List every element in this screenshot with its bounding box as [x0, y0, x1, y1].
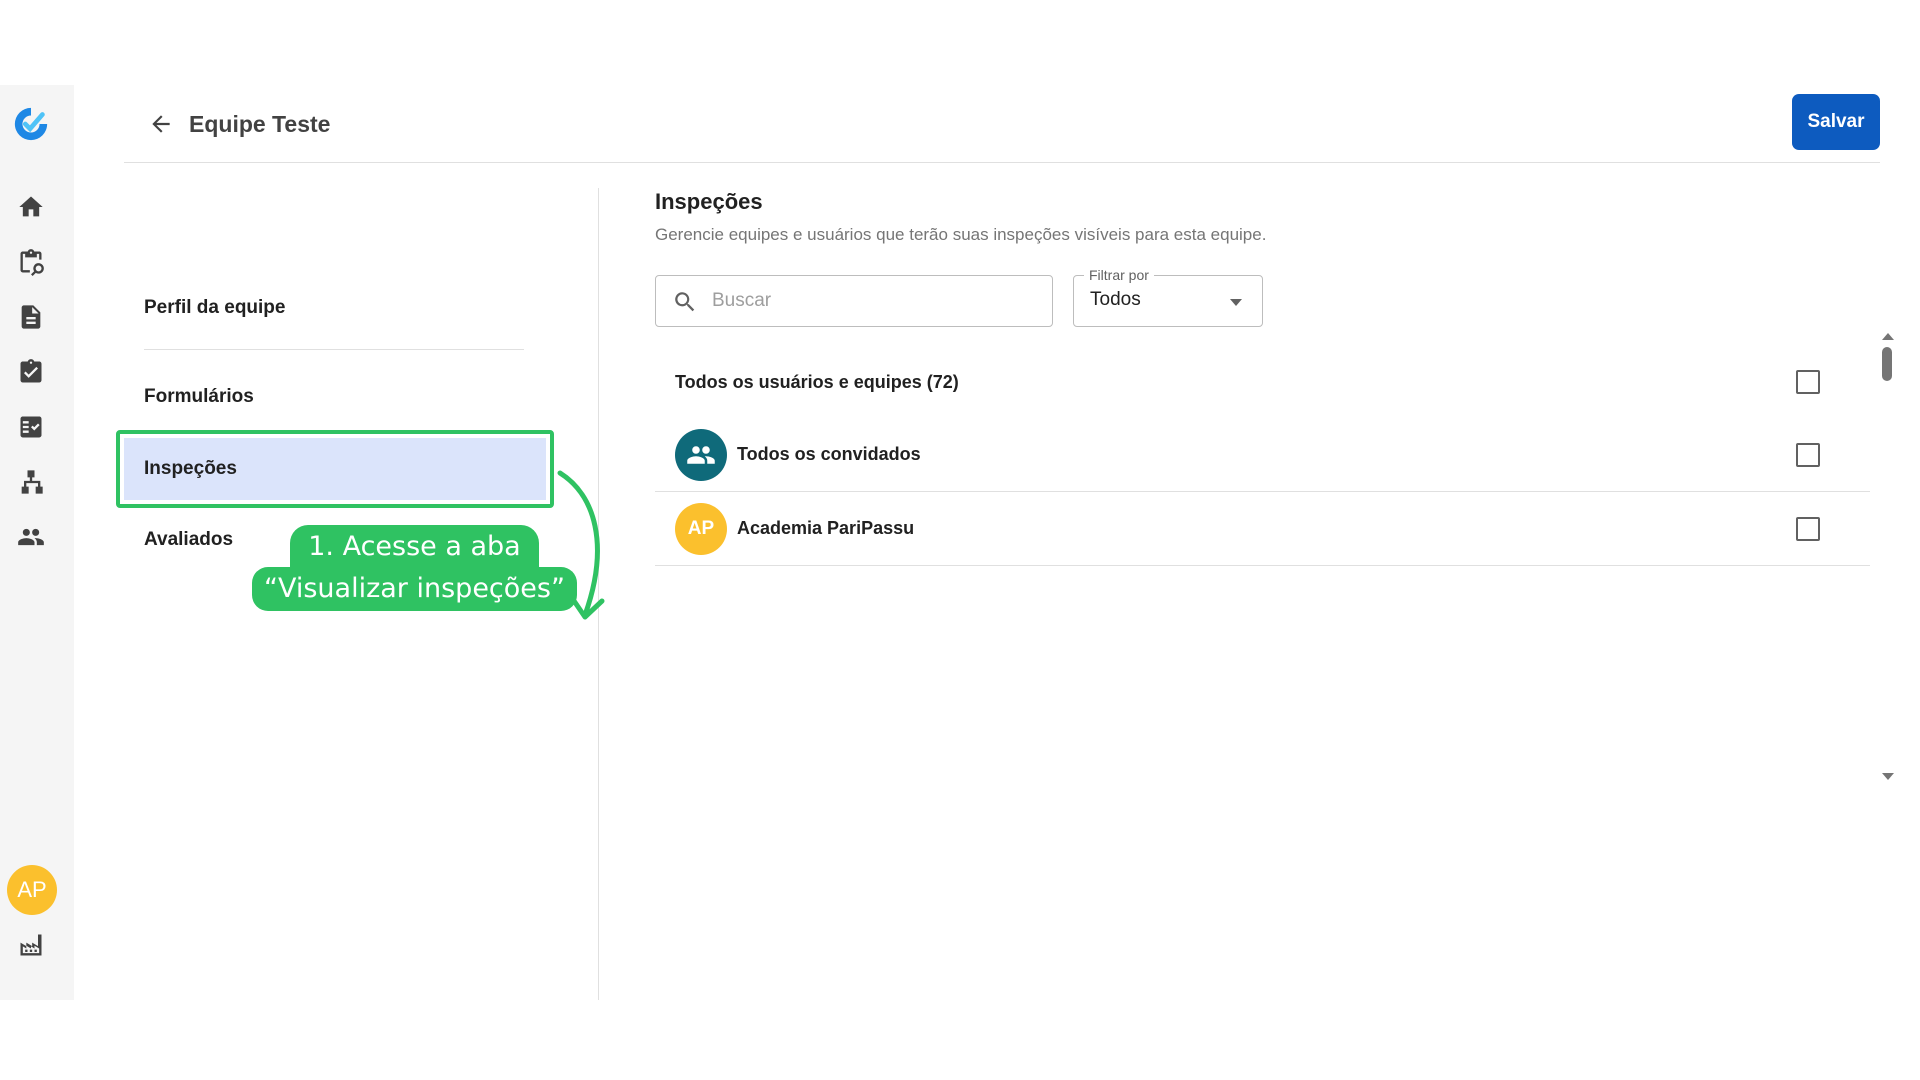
menu-item-inspecoes-highlight[interactable]: Inspeções: [116, 430, 554, 508]
page-title: Equipe Teste: [189, 111, 331, 137]
group-avatar: [675, 428, 727, 481]
hierarchy-icon[interactable]: [16, 467, 46, 497]
clipboard-search-icon[interactable]: [16, 247, 46, 277]
menu-item-avaliados[interactable]: Avaliados: [144, 528, 233, 552]
row-checkbox[interactable]: [1796, 442, 1820, 467]
section-subtitle: Gerencie equipes e usuários que terão su…: [655, 225, 1267, 244]
scroll-down-arrow-icon[interactable]: [1882, 773, 1894, 780]
group-icon: [687, 445, 715, 464]
filter-value: Todos: [1090, 289, 1141, 310]
people-icon[interactable]: [16, 522, 46, 552]
document-icon[interactable]: [16, 302, 46, 332]
filter-label: Filtrar por: [1084, 267, 1154, 283]
list-item[interactable]: Todos os convidados: [655, 418, 1870, 492]
list-item-all[interactable]: Todos os usuários e equipes (72): [655, 346, 1870, 418]
menu-item-formularios[interactable]: Formulários: [144, 385, 254, 409]
menu-item-perfil[interactable]: Perfil da equipe: [144, 296, 285, 320]
scroll-thumb[interactable]: [1882, 347, 1892, 381]
search-field[interactable]: [655, 275, 1053, 327]
select-all-checkbox[interactable]: [1796, 370, 1820, 394]
list-item-label: Todos os usuários e equipes (72): [675, 371, 959, 392]
list-item-label: Todos os convidados: [737, 444, 921, 464]
row-checkbox[interactable]: [1796, 516, 1820, 541]
annotation-line-1: 1. Acesse a aba: [290, 525, 539, 569]
user-avatar[interactable]: AP: [7, 865, 57, 915]
left-nav-rail: AP: [0, 85, 74, 1000]
checklist-icon[interactable]: [16, 412, 46, 442]
annotation-callout: 1. Acesse a aba “Visualizar inspeções”: [252, 525, 577, 611]
menu-item-inspecoes: Inspeções: [124, 438, 546, 500]
app-logo-icon[interactable]: [12, 105, 50, 143]
page-header: Equipe Teste Salvar: [124, 85, 1880, 163]
list-item[interactable]: AP Academia PariPassu: [655, 492, 1870, 566]
menu-divider: [144, 349, 524, 350]
filter-select[interactable]: Filtrar por Todos: [1073, 267, 1263, 327]
clipboard-check-icon[interactable]: [16, 357, 46, 387]
factory-icon[interactable]: [16, 930, 46, 960]
section-title: Inspeções: [655, 189, 763, 214]
app-window: AP Equipe Teste Salvar Perfil da equipe …: [0, 85, 1920, 1000]
annotation-line-2: “Visualizar inspeções”: [252, 567, 577, 611]
caret-down-icon: [1230, 299, 1242, 306]
list-item-label: Academia PariPassu: [737, 518, 915, 538]
scroll-up-arrow-icon[interactable]: [1882, 333, 1894, 340]
user-avatar-initials: AP: [17, 877, 47, 902]
inspections-panel: Inspeções Gerencie equipes e usuários qu…: [655, 188, 1870, 566]
team-avatar: AP: [675, 502, 727, 555]
search-input[interactable]: [712, 286, 1032, 316]
members-list: Todos os usuários e equipes (72) Todos o…: [655, 346, 1870, 566]
search-icon: [672, 289, 698, 315]
back-arrow-icon[interactable]: [144, 107, 178, 141]
home-icon[interactable]: [16, 192, 46, 222]
list-scrollbar[interactable]: [1880, 333, 1894, 780]
save-button[interactable]: Salvar: [1792, 94, 1880, 150]
